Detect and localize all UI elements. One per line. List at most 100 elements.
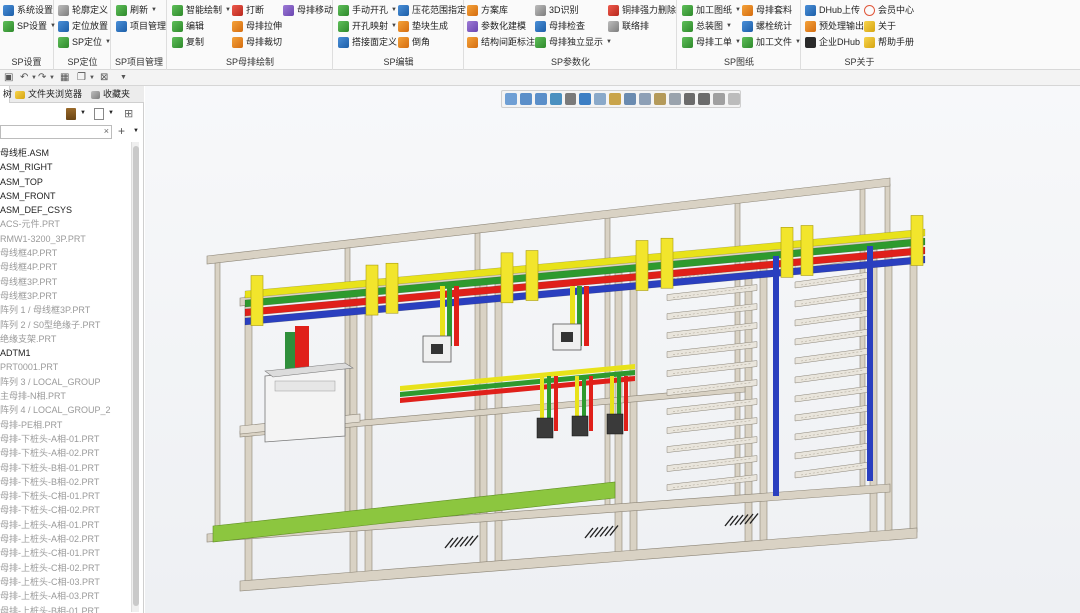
busbar-move-button[interactable]: 母排移动	[283, 2, 333, 18]
member-center-button[interactable]: 会员中心	[864, 2, 914, 18]
busbar-check-button[interactable]: 母排检查	[535, 18, 585, 34]
scheme-library-button[interactable]: 方案库	[467, 2, 508, 18]
tree-item[interactable]: ASM_TOP	[0, 175, 130, 189]
about-button[interactable]: 关于	[864, 18, 896, 34]
busbar-stretch-button[interactable]: 母排拉伸	[232, 18, 282, 34]
dimension-button[interactable]: 结构间距标注	[467, 34, 535, 50]
tree-item[interactable]: 母线框3P.PRT	[0, 289, 130, 303]
tree-item[interactable]: 母排-下桩头-C相-01.PRT	[0, 489, 130, 503]
tab-favorites[interactable]: 收藏夹	[88, 86, 133, 103]
hole-map-button[interactable]: 开孔映射 ▼	[338, 18, 397, 34]
tree-item[interactable]: 母排-上桩头-A相-03.PRT	[0, 589, 130, 603]
tree-item[interactable]: 阵列 4 / LOCAL_GROUP_2	[0, 403, 130, 417]
tree-item[interactable]: 母排-上桩头-C相-03.PRT	[0, 575, 130, 589]
tree-item[interactable]: ACS-元件.PRT	[0, 217, 130, 231]
tab-model-tree[interactable]: 树	[0, 86, 12, 103]
chevron-down-icon[interactable]: ▼	[108, 110, 114, 116]
clear-icon[interactable]: ×	[104, 126, 109, 136]
link-bar-button[interactable]: 联络排	[608, 18, 649, 34]
3d-recognize-button[interactable]: 3D识别	[535, 2, 579, 18]
tree-search-input[interactable]: ×	[0, 125, 112, 139]
tree-item[interactable]: 母线框3P.PRT	[0, 275, 130, 289]
tree-item[interactable]: ASM_FRONT	[0, 189, 130, 203]
chevron-down-icon[interactable]: ▼	[49, 72, 55, 84]
tree-item[interactable]: ASM_RIGHT	[0, 160, 130, 174]
undo-icon[interactable]: ↶	[20, 72, 28, 84]
copy-button[interactable]: 复制	[172, 34, 204, 50]
preprocess-export-button[interactable]: 预处理输出	[805, 18, 864, 34]
close-window-icon[interactable]: ⊠	[100, 72, 108, 84]
refresh-button[interactable]: 刷新 ▼	[116, 2, 157, 18]
tree-item[interactable]: 母线框4P.PRT	[0, 260, 130, 274]
process-file-button[interactable]: 加工文件 ▼	[742, 34, 801, 50]
help-manual-button[interactable]: 帮助手册	[864, 34, 914, 50]
chevron-down-icon[interactable]: ▼	[80, 110, 86, 116]
redo-icon[interactable]: ↷	[38, 72, 46, 84]
assembly-drawing-button[interactable]: 总装图 ▼	[682, 18, 732, 34]
tree-item[interactable]: 绝缘支架.PRT	[0, 332, 130, 346]
tree-item[interactable]: 阵列 2 / S0型绝缘子.PRT	[0, 318, 130, 332]
show-icon[interactable]	[94, 108, 104, 120]
windows-icon[interactable]: ❐	[77, 72, 86, 84]
regenerate-icon[interactable]: ▦	[60, 72, 69, 84]
tree-item[interactable]: 母排-上桩头-C相-02.PRT	[0, 561, 130, 575]
isolate-display-button[interactable]: 母排独立显示 ▼	[535, 34, 612, 50]
tree-settings-icon[interactable]	[66, 108, 76, 120]
scrollbar-thumb[interactable]	[133, 146, 139, 606]
enterprise-dhub-button[interactable]: 企业DHub	[805, 34, 860, 50]
nesting-button[interactable]: 母排套料	[742, 2, 792, 18]
tree-item[interactable]: 母线框4P.PRT	[0, 246, 130, 260]
tree-item[interactable]: 母排-上桩头-C相-01.PRT	[0, 546, 130, 560]
tree-item[interactable]: 阵列 1 / 母线框3P.PRT	[0, 303, 130, 317]
save-icon[interactable]: ▣	[4, 72, 13, 84]
chamfer-button[interactable]: 倒角	[398, 34, 430, 50]
chevron-down-icon[interactable]: ▼	[31, 72, 37, 84]
force-delete-button[interactable]: 铜排强力删除	[608, 2, 676, 18]
tree-item[interactable]: 母排-下桩头-B相-02.PRT	[0, 475, 130, 489]
tree-item[interactable]: RMW1-3200_3P.PRT	[0, 232, 130, 246]
smart-draw-button[interactable]: 智能绘制 ▼	[172, 2, 231, 18]
switchgear-3d-model[interactable]	[145, 86, 1080, 613]
project-manage-button[interactable]: 项目管理	[116, 18, 166, 34]
tree-item[interactable]: 阵列 3 / LOCAL_GROUP	[0, 375, 130, 389]
tree-item[interactable]: 主母排-N相.PRT	[0, 389, 130, 403]
tab-folder-browser[interactable]: 文件夹浏览器	[12, 86, 85, 103]
edit-button[interactable]: 编辑	[172, 18, 204, 34]
search-field[interactable]	[1, 126, 101, 138]
emboss-range-button[interactable]: 压花范围指定	[398, 2, 466, 18]
lap-define-button[interactable]: 搭接面定义	[338, 34, 397, 50]
tree-item[interactable]: 母排-下桩头-A相-02.PRT	[0, 446, 130, 460]
process-drawing-button[interactable]: 加工图纸 ▼	[682, 2, 741, 18]
tree-item[interactable]: ASM_DEF_CSYS	[0, 203, 130, 217]
tree-item[interactable]: 母线柜.ASM	[0, 146, 130, 160]
busbar-cut-button[interactable]: 母排裁切	[232, 34, 282, 50]
system-settings-button[interactable]: 系统设置	[3, 2, 53, 18]
tree-item[interactable]: ADTM1	[0, 346, 130, 360]
chevron-down-icon[interactable]: ▼	[133, 128, 139, 134]
tree-item[interactable]: 母排-上桩头-A相-02.PRT	[0, 532, 130, 546]
tree-item[interactable]: 母排-上桩头-B相-01.PRT	[0, 604, 130, 613]
tree-item[interactable]: 母排-下桩头-A相-01.PRT	[0, 432, 130, 446]
tree-item[interactable]: PRT0001.PRT	[0, 360, 130, 374]
tree-item[interactable]: 母排-下桩头-B相-01.PRT	[0, 461, 130, 475]
chevron-down-icon[interactable]: ▼	[89, 72, 95, 84]
param-model-button[interactable]: 参数化建模	[467, 18, 526, 34]
sp-locate-button[interactable]: SP定位 ▼	[58, 34, 111, 50]
tree-item[interactable]: 母排-上桩头-A相-01.PRT	[0, 518, 130, 532]
sp-settings-button[interactable]: SP设置 ▼	[3, 18, 56, 34]
add-icon[interactable]: +	[118, 124, 125, 138]
customize-icon[interactable]: ▼	[120, 72, 127, 84]
outline-define-button[interactable]: 轮廓定义	[58, 2, 108, 18]
manual-hole-button[interactable]: 手动开孔 ▼	[338, 2, 397, 18]
tree-item[interactable]: 母排-下桩头-C相-02.PRT	[0, 503, 130, 517]
graphics-viewport[interactable]	[145, 86, 1080, 613]
position-place-button[interactable]: 定位放置	[58, 18, 108, 34]
dhub-upload-button[interactable]: DHub上传	[805, 2, 860, 18]
filter-icon[interactable]: ⊞	[124, 107, 133, 120]
tree-scrollbar[interactable]	[131, 142, 139, 612]
work-order-button[interactable]: 母排工单 ▼	[682, 34, 741, 50]
break-button[interactable]: 打断	[232, 2, 264, 18]
tree-item[interactable]: 母排-PE相.PRT	[0, 418, 130, 432]
bolt-stats-button[interactable]: 螺栓统计	[742, 18, 792, 34]
pad-generate-button[interactable]: 垫块生成	[398, 18, 448, 34]
